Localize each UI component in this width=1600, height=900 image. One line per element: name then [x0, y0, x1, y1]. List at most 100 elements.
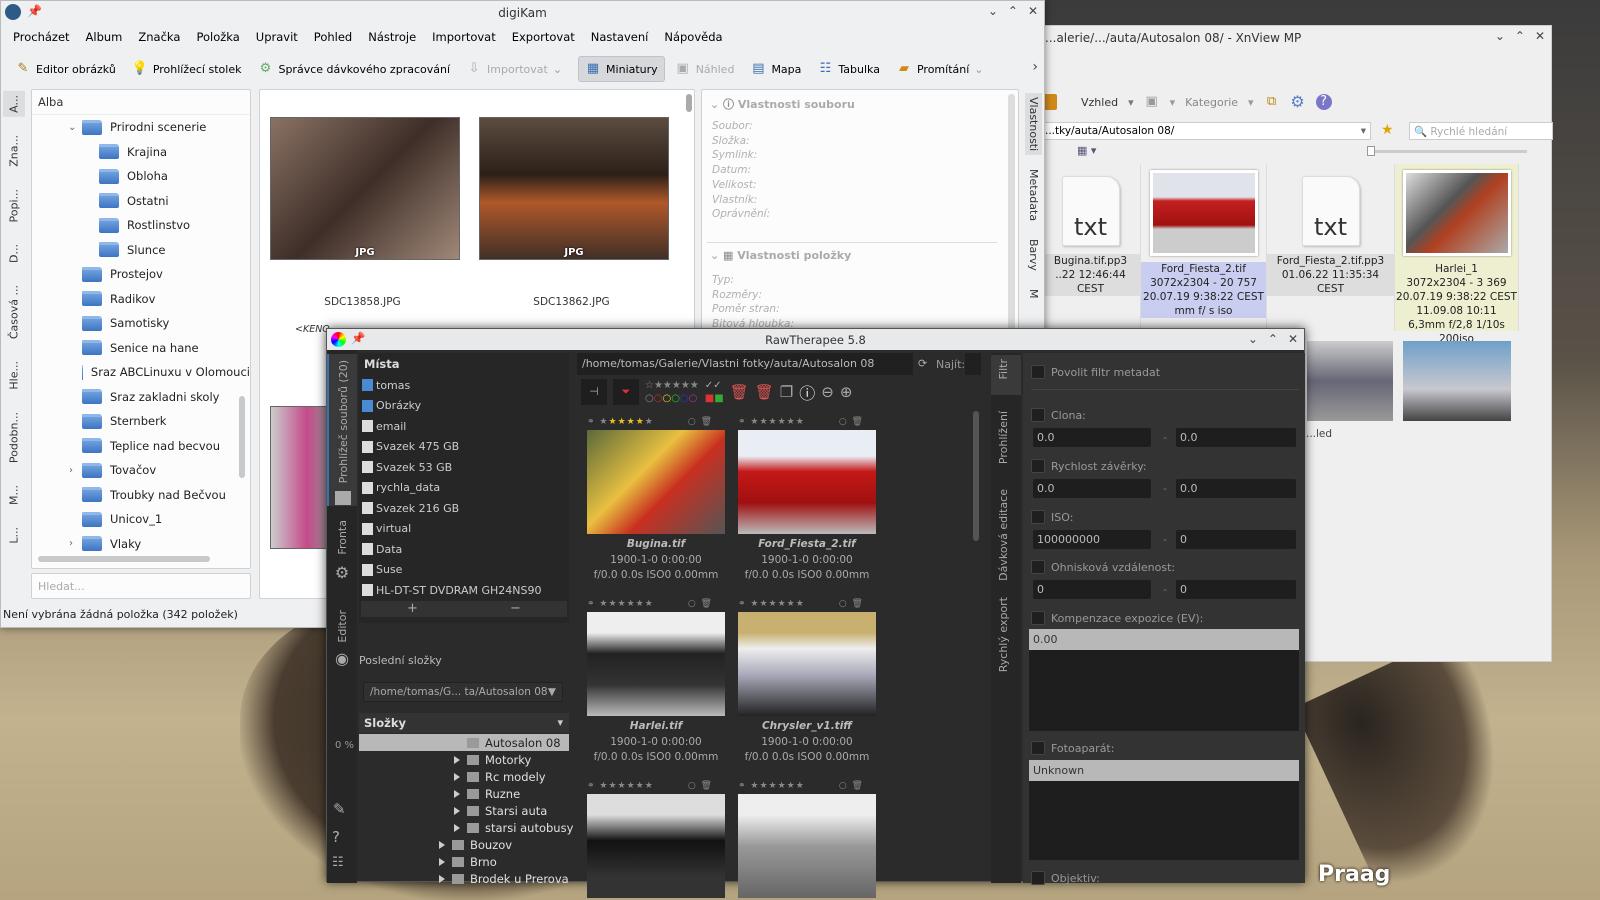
rating-stars[interactable]: ⚭ ★★★★★★ ○ 🗑 [587, 417, 713, 427]
rating-stars[interactable]: ⚭ ★★★★★★ ○ 🗑 [587, 781, 713, 791]
toolbar-pencil-button[interactable]: ✎ Editor obrázků [9, 57, 122, 81]
expand-arrow-icon[interactable] [454, 789, 460, 798]
album-item[interactable]: Troubky nad Bečvou [32, 483, 250, 508]
expand-arrow-icon[interactable] [454, 772, 460, 781]
path-input[interactable]: /home/tomas/Galerie/Vlastni fotky/auta/A… [577, 353, 913, 375]
image-thumbnail[interactable]: JPG [270, 117, 460, 260]
album-item[interactable]: Prostejov [32, 262, 250, 287]
sidebar-tab[interactable]: Popi... [3, 185, 25, 227]
toggle-panel-icon[interactable]: ⊣ [581, 379, 607, 405]
place-item[interactable]: email [362, 416, 569, 437]
expand-arrow-icon[interactable] [439, 857, 445, 866]
horizontal-scrollbar[interactable] [38, 556, 210, 562]
place-item[interactable]: Svazek 216 GB [362, 498, 569, 519]
album-item[interactable]: Ostatni [32, 189, 250, 214]
sidebar-tab[interactable]: Časová ... [3, 281, 25, 343]
image-thumbnail[interactable]: JPG [479, 117, 669, 260]
focal-from-input[interactable]: 0 [1033, 580, 1151, 599]
chevron-down-icon[interactable]: ⌄ [974, 63, 983, 76]
view-menu[interactable]: Vzhled [1081, 96, 1118, 109]
close-button[interactable]: ✕ [1028, 4, 1038, 18]
toolbar-overflow-chevron-icon[interactable]: › [1032, 59, 1038, 75]
preferences-icon[interactable]: ☷ [332, 855, 344, 870]
file-thumbnail[interactable] [587, 430, 725, 534]
toolbar-lightbulb-button[interactable]: 💡 Prohlížecí stolek [126, 57, 248, 81]
sidebar-tab[interactable]: Zna... [3, 131, 25, 171]
expand-arrow-icon[interactable] [454, 806, 460, 815]
minimize-button[interactable]: ⌄ [1495, 29, 1505, 43]
shutter-from-input[interactable]: 0.0 [1033, 479, 1151, 498]
remove-place-button[interactable]: − [510, 601, 521, 617]
new-window-icon[interactable]: ✎ [333, 800, 346, 818]
aperture-to-input[interactable]: 0.0 [1176, 428, 1296, 447]
enable-filter-checkbox[interactable]: Povolit filtr metadat [1031, 365, 1160, 379]
recent-folders-dropdown[interactable]: /home/tomas/G... ta/Autosalon 08 ▼ [363, 682, 563, 702]
album-item[interactable]: › Vlaky [32, 532, 250, 557]
maximize-button[interactable]: ⌃ [1008, 4, 1018, 18]
place-item[interactable]: Svazek 475 GB [362, 437, 569, 458]
tab-file-browser[interactable]: Prohlížeč souborů (20) [327, 354, 357, 506]
album-item[interactable]: Krajina [32, 140, 250, 165]
original-icon[interactable]: ❐ [780, 383, 793, 401]
right-sidebar-tab[interactable]: Metadata [1025, 165, 1042, 225]
focal-filter-checkbox[interactable]: Ohnisková vzdálenost: [1031, 560, 1175, 574]
right-sidebar-tab[interactable]: Vlastnosti [1025, 93, 1042, 156]
find-input[interactable] [965, 353, 981, 375]
edited-filter-icon[interactable]: ✓✓ ■■ [705, 379, 724, 405]
menu-item[interactable]: Exportovat [504, 30, 583, 44]
menu-item[interactable]: Nástroje [360, 30, 424, 44]
filter-icon[interactable]: ⏷ [613, 379, 639, 405]
place-item[interactable]: Suse [362, 560, 569, 581]
shutter-filter-checkbox[interactable]: Rychlost závěrky: [1031, 459, 1147, 473]
album-item[interactable]: Slunce [32, 238, 250, 263]
minimize-button[interactable]: ⌄ [988, 4, 998, 18]
help-icon[interactable]: ? [1315, 94, 1332, 110]
right-tab[interactable]: Prohlížení [997, 411, 1010, 464]
file-thumbnail[interactable] [738, 430, 876, 534]
rating-stars[interactable]: ⚭ ★★★★★★ ○ 🗑 [587, 599, 713, 609]
album-item[interactable]: Obloha [32, 164, 250, 189]
toolbar-preview-button[interactable]: ▣ Náhled [669, 57, 741, 81]
place-item[interactable]: virtual [362, 519, 569, 540]
file-thumbnail[interactable] [587, 794, 725, 898]
album-item[interactable]: Sraz zakladni skoly [32, 385, 250, 410]
toolbar-table-button[interactable]: ☷ Tabulka [811, 57, 886, 81]
maximize-button[interactable]: ⌃ [1268, 332, 1278, 346]
album-item[interactable]: Samotisky [32, 311, 250, 336]
album-item[interactable]: Senice na hane [32, 336, 250, 361]
lens-filter-checkbox[interactable]: Objektiv: [1031, 871, 1100, 885]
folder-item[interactable]: starsi autobusy [359, 819, 595, 836]
album-item[interactable]: Rostlinstvo [32, 213, 250, 238]
menu-item[interactable]: Značka [130, 30, 188, 44]
right-tab[interactable]: Rychlý export [997, 597, 1010, 672]
folder-item[interactable]: Bouzov [359, 836, 595, 853]
xnview-item[interactable]: txt Bugina.tif.pp3 ..22 12:46:44 CEST [1041, 164, 1141, 331]
xnview-item[interactable]: txt Ford_Fiesta_2.tif.pp3 01.06.22 11:35:3… [1267, 164, 1395, 331]
menu-item[interactable]: Upravit [248, 30, 306, 44]
album-item[interactable]: Teplice nad becvou [32, 434, 250, 459]
file-thumbnail[interactable] [587, 612, 725, 716]
sidebar-tab[interactable]: A... [3, 91, 25, 117]
rating-stars[interactable]: ⚭ ★★★★★★ ○ 🗑 [738, 781, 864, 791]
place-item[interactable]: Svazek 53 GB [362, 457, 569, 478]
focal-to-input[interactable]: 0 [1176, 580, 1296, 599]
help-icon[interactable]: ? [332, 828, 340, 846]
place-item[interactable]: rychla_data [362, 478, 569, 499]
album-search-input[interactable]: Hledat... [31, 573, 251, 599]
grid-view-icon[interactable]: ▦ ▾ [1077, 144, 1096, 157]
aperture-filter-checkbox[interactable]: Clona: [1031, 408, 1086, 422]
sidebar-tab[interactable]: D... [3, 240, 25, 267]
trash-icon[interactable]: 🗑 [755, 383, 774, 401]
thumbnail-size-slider[interactable] [1367, 146, 1527, 156]
right-tab[interactable]: Dávková editace [997, 489, 1010, 581]
folder-item[interactable]: Starsi auta [359, 802, 595, 819]
item-properties-header[interactable]: ⌄ ▦ Vlastnosti položky [710, 249, 851, 262]
place-item[interactable]: HL-DT-ST DVDRAM GH24NS90 [362, 580, 569, 601]
maximize-button[interactable]: ⌃ [1515, 29, 1525, 43]
album-item[interactable]: Sraz ABCLinuxu v Olomouci [32, 360, 250, 385]
shutter-to-input[interactable]: 0.0 [1176, 479, 1296, 498]
pin-icon[interactable]: 📌 [351, 331, 365, 345]
camera-list-item[interactable]: Unknown [1029, 760, 1299, 781]
image-thumbnail[interactable] [270, 406, 332, 549]
tab-queue[interactable]: Fronta ⚙ [327, 520, 357, 582]
